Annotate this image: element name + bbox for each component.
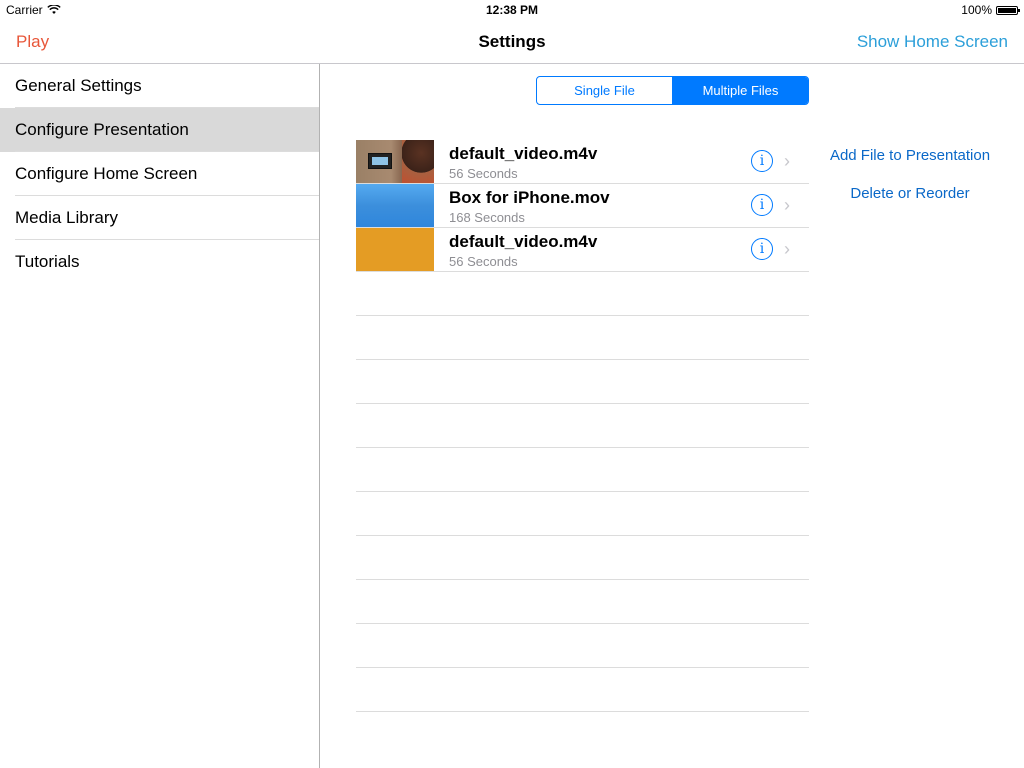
file-actions: Add File to Presentation Delete or Reord… [820,140,1000,202]
empty-row [356,404,809,448]
video-thumbnail [356,184,434,227]
sidebar-item-label: General Settings [15,76,142,95]
file-duration: 56 Seconds [449,254,518,269]
video-thumbnail [356,228,434,271]
file-row[interactable]: default_video.m4v 56 Seconds i › [356,140,809,184]
delete-reorder-button[interactable]: Delete or Reorder [820,185,1000,202]
info-icon[interactable]: i [751,238,773,260]
sidebar-item-tutorials[interactable]: Tutorials [0,240,319,284]
file-duration: 168 Seconds [449,210,525,225]
file-name: default_video.m4v [449,232,598,251]
empty-row [356,624,809,668]
add-file-button[interactable]: Add File to Presentation [820,147,1000,164]
empty-row [356,668,809,712]
sidebar-item-label: Configure Presentation [15,120,189,139]
battery-group: 100% [961,3,1020,17]
file-row[interactable]: default_video.m4v 56 Seconds i › [356,228,809,272]
file-row[interactable]: Box for iPhone.mov 168 Seconds i › [356,184,809,228]
status-time: 12:38 PM [485,3,539,17]
sidebar-item-configure-home-screen[interactable]: Configure Home Screen [0,152,319,196]
empty-row [356,536,809,580]
file-name: default_video.m4v [449,144,598,163]
info-icon[interactable]: i [751,194,773,216]
file-name: Box for iPhone.mov [449,188,610,207]
sidebar-item-general-settings[interactable]: General Settings [0,64,319,108]
chevron-right-icon: › [784,151,790,171]
sidebar-item-media-library[interactable]: Media Library [0,196,319,240]
navigation-bar: Play Settings Show Home Screen [0,20,1024,64]
sidebar-item-label: Media Library [15,208,118,227]
empty-row [356,316,809,360]
battery-percent: 100% [961,3,992,17]
sidebar-item-label: Configure Home Screen [15,164,198,183]
empty-row [356,580,809,624]
status-bar: Carrier 12:38 PM 100% [0,0,1024,20]
info-icon[interactable]: i [751,150,773,172]
file-duration: 56 Seconds [449,166,518,181]
empty-row [356,360,809,404]
show-home-screen-button[interactable]: Show Home Screen [857,32,1008,52]
sidebar: General Settings Configure Presentation … [0,64,320,768]
chevron-right-icon: › [784,239,790,259]
presentation-file-list: default_video.m4v 56 Seconds i › Box for… [356,140,809,712]
battery-icon [996,5,1020,15]
empty-row [356,448,809,492]
file-mode-segmented-control: Single File Multiple Files [536,76,809,105]
video-thumbnail [356,140,434,183]
segment-multiple-files[interactable]: Multiple Files [673,77,808,104]
empty-row [356,272,809,316]
sidebar-item-configure-presentation[interactable]: Configure Presentation [0,108,319,152]
segment-single-file[interactable]: Single File [537,77,673,104]
chevron-right-icon: › [784,195,790,215]
sidebar-item-label: Tutorials [15,252,80,271]
empty-row [356,492,809,536]
